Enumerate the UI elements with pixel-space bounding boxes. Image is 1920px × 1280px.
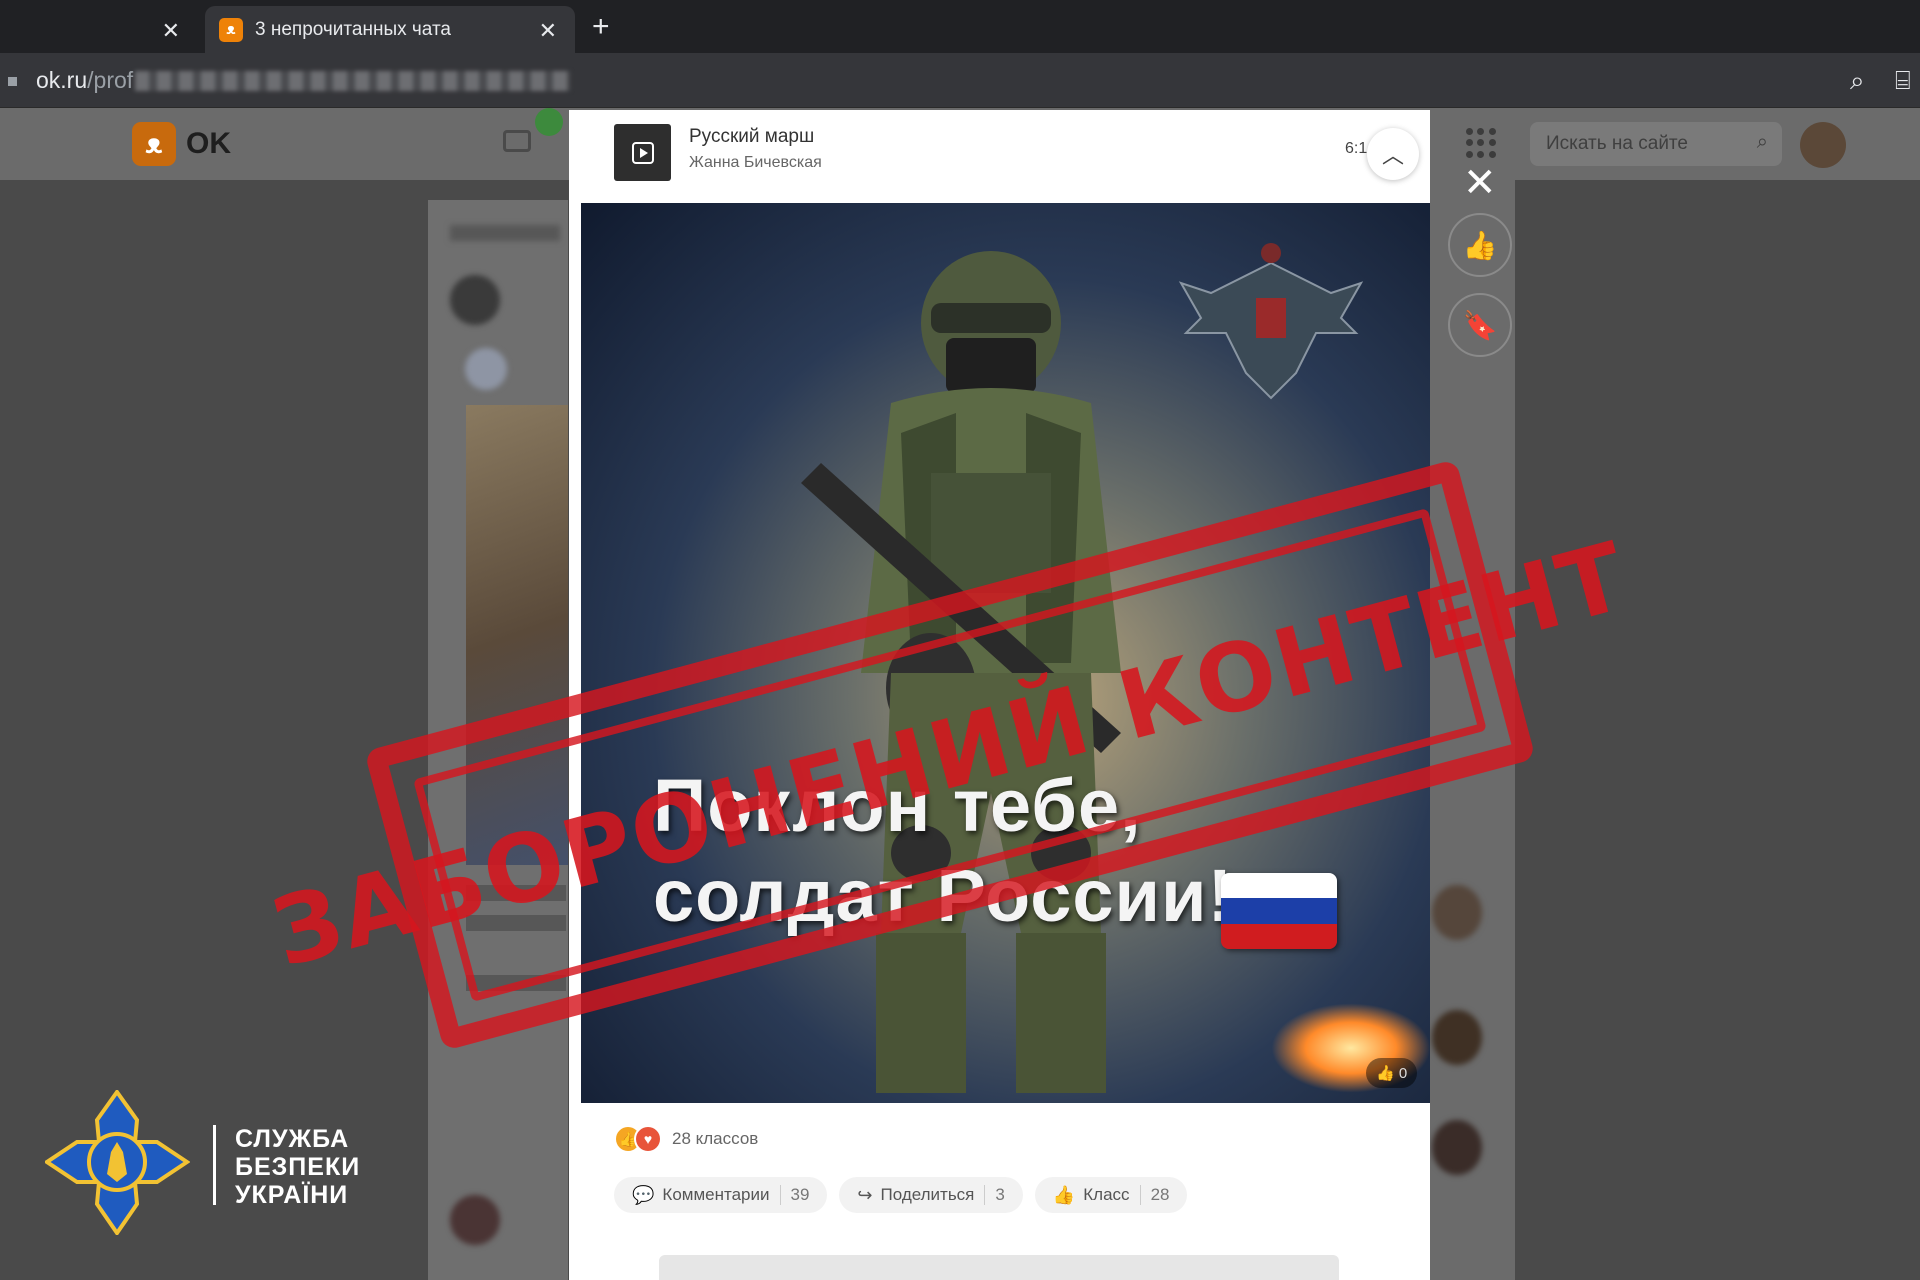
mail-icon[interactable]	[503, 130, 531, 152]
blurred-avatar	[1432, 1120, 1482, 1175]
ok-logo[interactable]: ᴥ OK	[132, 122, 231, 166]
site-info-icon[interactable]	[8, 77, 17, 86]
like-icon: 👍	[1376, 1065, 1395, 1082]
blurred-avatar	[465, 348, 507, 390]
double-eagle-emblem-icon	[1178, 243, 1364, 400]
sbu-emblem-icon	[45, 1090, 190, 1235]
sbu-line3: УКРАЇНИ	[235, 1181, 349, 1209]
url-field[interactable]: ok.ru/prof	[36, 67, 133, 94]
blurred-avatar	[1432, 1010, 1482, 1065]
chevron-up-icon: ︿	[1381, 143, 1404, 168]
blurred-avatar	[450, 275, 500, 325]
action-label: Комментарии	[662, 1185, 770, 1204]
class-button[interactable]: 👍 Класс 28	[1034, 1177, 1188, 1213]
reactions-count: 28 классов	[672, 1129, 759, 1148]
browser-tab-previous[interactable]: ✕	[0, 6, 198, 53]
track-time: 6:1	[1345, 140, 1368, 157]
blurred-avatar	[1432, 885, 1482, 940]
extension-icon[interactable]: ⌸	[1895, 65, 1911, 97]
comments-button[interactable]: 💬 Комментарии 39	[614, 1177, 828, 1213]
share-button[interactable]: ↪ Поделиться 3	[839, 1177, 1023, 1213]
close-icon[interactable]: ✕	[1463, 160, 1497, 206]
sbu-watermark-text: СЛУЖБА БЕЗПЕКИ УКРАЇНИ	[235, 1125, 360, 1209]
ok-logo-icon: ᴥ	[132, 122, 176, 166]
sbu-line1: СЛУЖБА	[235, 1125, 350, 1153]
sbu-line2: БЕЗПЕКИ	[235, 1153, 361, 1181]
reactions-summary[interactable]: 👍 ♥ 28 классов	[614, 1125, 758, 1153]
bookmark-icon: 🔖	[1462, 309, 1498, 341]
comment-icon: 💬	[632, 1184, 655, 1205]
url-path: /prof	[87, 67, 134, 93]
image-like-count: 0	[1398, 1065, 1408, 1082]
play-icon	[631, 141, 654, 164]
play-button[interactable]	[614, 124, 671, 181]
ok-logo-text: OK	[186, 127, 231, 160]
redacted-url-blur	[135, 71, 570, 91]
zoom-icon[interactable]: ⌕	[1850, 65, 1865, 97]
thumbs-up-icon: 👍	[1462, 229, 1498, 261]
image-like-chip[interactable]: 👍 0	[1366, 1058, 1418, 1088]
apps-grid-icon[interactable]	[1466, 128, 1496, 158]
avatar[interactable]	[1800, 122, 1846, 168]
comment-input[interactable]	[659, 1255, 1339, 1280]
site-search-input[interactable]: Искать на сайте ⌕	[1530, 122, 1782, 166]
collapse-button[interactable]: ︿	[1367, 128, 1419, 180]
share-icon: ↪	[857, 1184, 873, 1205]
action-count: 39	[779, 1185, 809, 1205]
screenshot-root: { "browser": { "active_tab_title": "3 не…	[0, 0, 1920, 1280]
notification-badge	[535, 108, 563, 136]
post-actions: 💬 Комментарии 39 ↪ Поделиться 3 👍 Класс …	[614, 1177, 1188, 1213]
track-artist: Жанна Бичевская	[689, 154, 822, 171]
close-icon[interactable]: ✕	[539, 18, 557, 44]
action-count: 3	[984, 1185, 1005, 1205]
like-side-button[interactable]: 👍	[1448, 213, 1512, 277]
new-tab-button[interactable]: +	[592, 10, 610, 44]
watermark-divider	[213, 1125, 216, 1205]
track-title: Русский марш	[689, 126, 815, 147]
ok-favicon-icon: ᴥ	[219, 17, 243, 42]
blurred-text	[450, 225, 560, 241]
address-bar[interactable]: ok.ru/prof ⌕ ⌸	[0, 53, 1920, 108]
bookmark-side-button[interactable]: 🔖	[1448, 293, 1512, 357]
close-icon[interactable]: ✕	[162, 18, 180, 44]
search-placeholder: Искать на сайте	[1546, 133, 1688, 154]
browser-tab-active[interactable]: ᴥ 3 непрочитанных чата ✕	[205, 6, 575, 53]
like-icon: 👍	[1052, 1184, 1076, 1205]
blurred-avatar	[450, 1195, 500, 1245]
russian-flag-icon	[1221, 873, 1337, 949]
action-count: 28	[1139, 1185, 1169, 1205]
url-host: ok.ru	[36, 67, 88, 93]
heart-reaction-icon: ♥	[634, 1125, 662, 1153]
action-label: Поделиться	[880, 1185, 975, 1204]
action-label: Класс	[1083, 1185, 1130, 1204]
browser-tab-bar: ✕ ᴥ 3 непрочитанных чата ✕ +	[0, 0, 1920, 53]
search-icon[interactable]: ⌕	[1757, 131, 1768, 154]
tab-title: 3 непрочитанных чата	[255, 18, 452, 40]
